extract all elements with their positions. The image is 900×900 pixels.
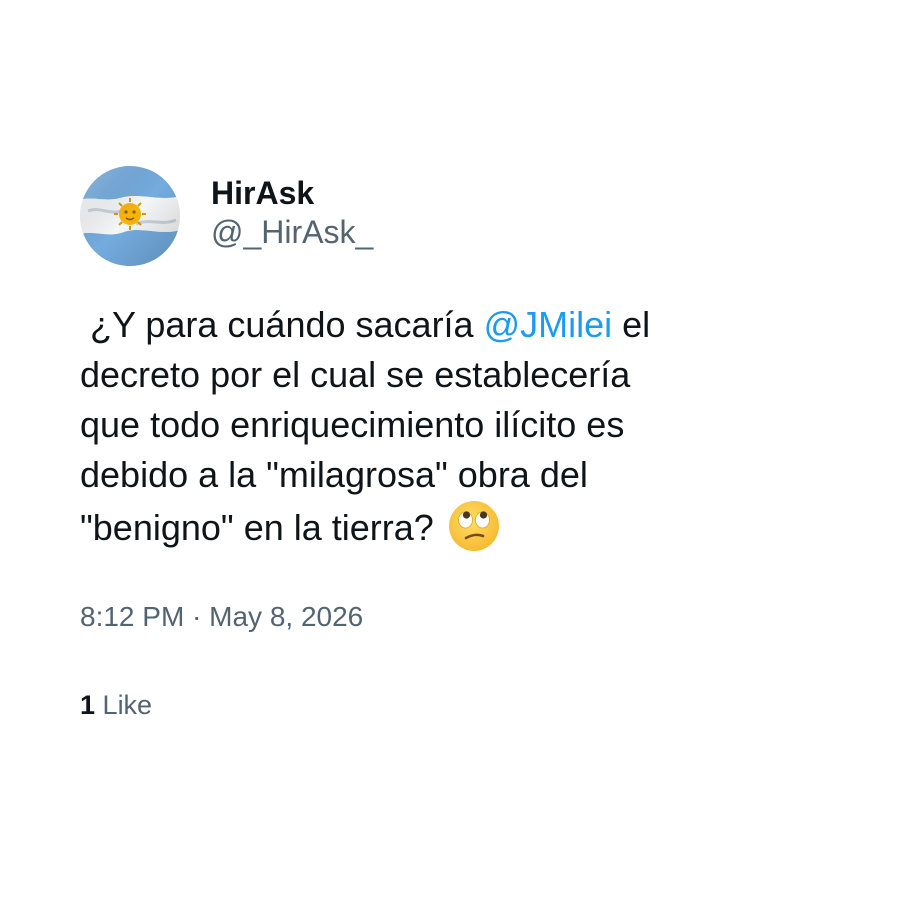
tweet-text-segment: el [612,304,651,345]
likes-label: Like [102,690,153,720]
tweet-text: ¿Y para cuándo sacaría @JMilei el decret… [80,300,780,553]
likes-stat[interactable]: 1 Like [80,688,780,722]
tweet-text-line-1: ¿Y para cuándo sacaría @JMilei el [80,300,780,350]
tweet-text-segment: ¿Y para cuándo sacaría [80,304,484,345]
author-handle[interactable]: @_HirAsk_ [211,212,373,252]
tweet-header: HirAsk @_HirAsk_ [80,166,780,266]
tweet-text-line-3: que todo enriquecimiento ilícito es [80,404,625,445]
author-display-name[interactable]: HirAsk [211,174,373,212]
likes-count: 1 [80,690,96,720]
avatar[interactable] [80,166,180,266]
face-with-rolling-eyes-icon [448,501,499,551]
tweet-card: HirAsk @_HirAsk_ ¿Y para cuándo sacaría … [80,166,780,722]
tweet-text-line-5: "benigno" en la tierra? [80,500,780,553]
argentina-flag-avatar-icon [80,166,180,266]
tweet-text-segment: "benigno" en la tierra? [80,507,444,548]
mention-link[interactable]: @JMilei [484,304,613,345]
tweet-text-line-2: decreto por el cual se establecería [80,354,631,395]
author-names: HirAsk @_HirAsk_ [211,174,373,252]
tweet-timestamp[interactable]: 8:12 PM · May 8, 2026 [80,600,780,634]
tweet-text-line-4: debido a la "milagrosa" obra del [80,454,588,495]
